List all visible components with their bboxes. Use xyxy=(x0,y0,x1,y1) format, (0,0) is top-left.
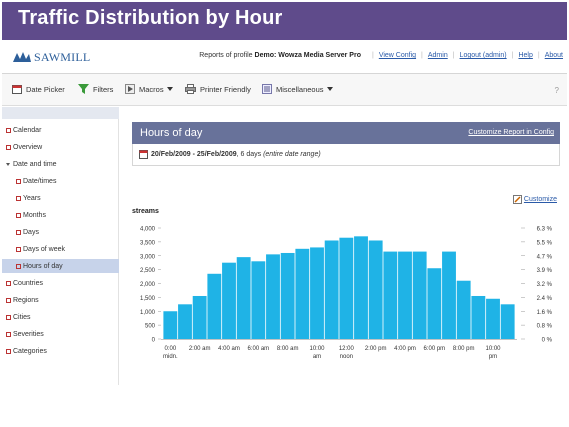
right-tick-label: 0.8 % xyxy=(537,324,553,330)
bar-hour-23 xyxy=(500,304,515,339)
bar-hour-22 xyxy=(486,298,500,339)
y-tick-label: 1,000 xyxy=(140,310,156,316)
right-tick-label: 0 % xyxy=(542,338,553,344)
bar-hour-6 xyxy=(251,261,266,339)
y-tick-label: 3,500 xyxy=(140,240,156,246)
bar-hour-8 xyxy=(280,252,295,339)
right-tick-label: 1.6 % xyxy=(537,310,553,316)
bar-hour-12 xyxy=(339,237,354,339)
x-tick-label: 2:00 pm xyxy=(365,346,387,352)
bar-hour-11 xyxy=(324,240,339,339)
bar-hour-18 xyxy=(427,268,442,339)
x-tick-label: 4:00 pm xyxy=(394,346,416,352)
bar-hour-20 xyxy=(456,280,471,339)
bar-hour-5 xyxy=(236,257,251,339)
bar-hour-13 xyxy=(354,236,368,339)
bar-hour-9 xyxy=(295,248,310,339)
y-tick-label: 2,500 xyxy=(140,268,156,274)
bar-hour-14 xyxy=(368,240,383,339)
x-tick-sublabel: midn. xyxy=(163,354,178,360)
y-tick-label: 1,500 xyxy=(140,296,156,302)
right-tick-label: 5.5 % xyxy=(537,240,553,246)
bar-hour-0 xyxy=(163,311,178,339)
x-tick-sublabel: noon xyxy=(340,354,353,360)
y-axis-title: streams xyxy=(132,208,159,215)
x-tick-label: 8:00 am xyxy=(277,346,299,352)
bar-hour-17 xyxy=(412,251,427,339)
x-tick-label: 10:00 xyxy=(485,346,501,352)
y-tick-label: 4,000 xyxy=(140,227,156,233)
x-tick-label: 10:00 xyxy=(309,346,325,352)
x-tick-label: 0:00 xyxy=(164,346,176,352)
bar-hour-15 xyxy=(383,251,398,339)
bar-hour-4 xyxy=(222,262,236,339)
x-tick-label: 12:00 xyxy=(339,346,355,352)
right-tick-label: 6.3 % xyxy=(537,227,553,233)
x-tick-label: 6:00 pm xyxy=(423,346,445,352)
bar-hour-21 xyxy=(471,295,486,339)
x-tick-sublabel: pm xyxy=(489,354,497,360)
bar-hour-16 xyxy=(398,251,412,339)
slide-title: Traffic Distribution by Hour xyxy=(18,7,283,29)
bar-hour-10 xyxy=(310,247,324,339)
y-tick-label: 500 xyxy=(145,324,156,330)
y-tick-label: 3,000 xyxy=(140,254,156,260)
right-tick-label: 3.2 % xyxy=(537,282,553,288)
bar-hour-7 xyxy=(266,254,280,339)
x-tick-label: 8:00 pm xyxy=(453,346,475,352)
slide-title-bar: Traffic Distribution by Hour xyxy=(2,2,567,40)
right-tick-label: 2.4 % xyxy=(537,296,553,302)
x-tick-label: 6:00 am xyxy=(247,346,269,352)
y-tick-label: 0 xyxy=(152,338,156,344)
bar-hour-3 xyxy=(207,273,222,339)
x-tick-label: 2:00 am xyxy=(189,346,211,352)
x-tick-sublabel: am xyxy=(313,354,321,360)
y-tick-label: 2,000 xyxy=(140,282,156,288)
bar-hour-1 xyxy=(178,304,192,339)
bar-hour-2 xyxy=(192,295,207,339)
right-tick-label: 4.7 % xyxy=(537,254,553,260)
right-tick-label: 3.9 % xyxy=(537,268,553,274)
sawmill-window: SAWMILL Reports of profile Demo: Wowza M… xyxy=(2,40,567,385)
bar-hour-19 xyxy=(442,251,456,339)
hours-of-day-chart: streams 0 500 1,000 1,500 2,000 2,500 3,000 3,50… xyxy=(132,208,553,360)
x-tick-label: 4:00 am xyxy=(218,346,240,352)
